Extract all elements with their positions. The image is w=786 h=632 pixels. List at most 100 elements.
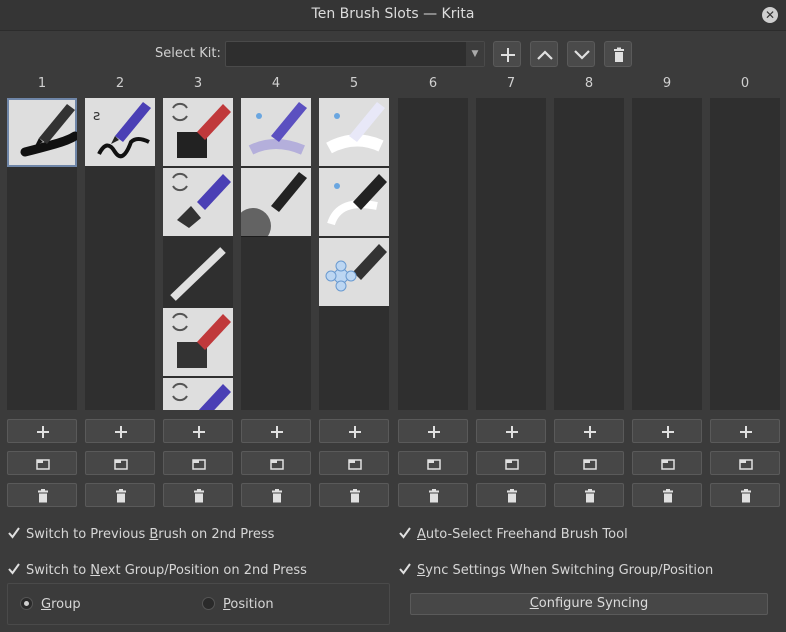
trash-icon: [350, 489, 360, 503]
transform-pen-preset-tile[interactable]: [319, 238, 389, 307]
load-brush-button[interactable]: [85, 451, 155, 475]
load-brush-button[interactable]: [632, 451, 702, 475]
kit-select[interactable]: ▼: [225, 41, 485, 67]
sync-settings-checkbox[interactable]: Sync Settings When Switching Group/Posit…: [399, 563, 713, 578]
radio-off-icon: [202, 597, 215, 610]
load-brush-button[interactable]: [554, 451, 624, 475]
add-brush-button[interactable]: [7, 419, 77, 443]
plus-icon: [428, 426, 440, 438]
add-brush-button[interactable]: [163, 419, 233, 443]
trash-icon: [507, 489, 517, 503]
slot-column[interactable]: [241, 98, 311, 410]
column-number: 9: [662, 76, 672, 91]
smudge-preset-tile[interactable]: [319, 168, 389, 237]
position-radio-label: osition: [230, 597, 274, 612]
delete-brush-button[interactable]: [163, 483, 233, 507]
soft-pencil-preset-tile[interactable]: [241, 168, 311, 237]
slot-column[interactable]: [7, 98, 77, 410]
delete-brush-button[interactable]: [85, 483, 155, 507]
trash-icon: [585, 489, 595, 503]
trash-icon: [429, 489, 439, 503]
load-brush-button[interactable]: [319, 451, 389, 475]
delete-brush-button[interactable]: [710, 483, 780, 507]
delete-brush-button[interactable]: [554, 483, 624, 507]
load-brush-button[interactable]: [241, 451, 311, 475]
folder-icon: [114, 459, 128, 470]
folder-icon: [739, 459, 753, 470]
fountain-pen-preset-tile[interactable]: [163, 168, 233, 237]
group-radio[interactable]: Group: [20, 597, 81, 612]
plus-icon: [193, 426, 205, 438]
slot-column[interactable]: [163, 98, 233, 410]
slot-column[interactable]: [476, 98, 546, 410]
add-brush-button[interactable]: [241, 419, 311, 443]
delete-brush-button[interactable]: [398, 483, 468, 507]
add-brush-button[interactable]: [554, 419, 624, 443]
next-group-label-rest: ext Group/Position on 2nd Press: [100, 563, 307, 578]
column-number: 2: [115, 76, 125, 91]
delete-brush-button[interactable]: [632, 483, 702, 507]
radio-on-icon: [20, 597, 33, 610]
load-brush-button[interactable]: [7, 451, 77, 475]
marker-preset-tile[interactable]: [163, 98, 233, 167]
folder-icon: [348, 459, 362, 470]
fountain-pen-preset-2-tile[interactable]: [163, 378, 233, 410]
delete-brush-button[interactable]: [476, 483, 546, 507]
next-group-checkbox[interactable]: Switch to Next Group/Position on 2nd Pre…: [8, 563, 307, 578]
plus-icon: [506, 426, 518, 438]
column-number: 5: [349, 76, 359, 91]
airbrush-preset-tile[interactable]: [241, 98, 311, 167]
move-kit-up-button[interactable]: [530, 41, 558, 67]
plus-icon: [271, 426, 283, 438]
trash-icon: [663, 489, 673, 503]
slot-column[interactable]: ƨ: [85, 98, 155, 410]
add-brush-button[interactable]: [476, 419, 546, 443]
chevron-down-icon: [574, 50, 590, 60]
slot-column[interactable]: [554, 98, 624, 410]
configure-syncing-mnemonic: C: [529, 596, 539, 611]
load-brush-button[interactable]: [163, 451, 233, 475]
next-group-label: Switch to: [26, 563, 91, 578]
check-icon: [8, 527, 20, 539]
close-icon[interactable]: ✕: [762, 7, 778, 23]
marker-preset-2-tile[interactable]: [163, 308, 233, 377]
slot-column[interactable]: [632, 98, 702, 410]
move-kit-down-button[interactable]: [567, 41, 595, 67]
auto-select-label: uto-Select Freehand Brush Tool: [425, 527, 628, 542]
delete-kit-button[interactable]: [604, 41, 632, 67]
column-number: 4: [271, 76, 281, 91]
position-radio[interactable]: Position: [202, 597, 274, 612]
delete-brush-button[interactable]: [7, 483, 77, 507]
add-brush-button[interactable]: [710, 419, 780, 443]
configure-syncing-button[interactable]: Configure Syncing: [410, 593, 768, 615]
load-brush-button[interactable]: [476, 451, 546, 475]
trash-icon: [741, 489, 751, 503]
add-brush-button[interactable]: [398, 419, 468, 443]
slot-column[interactable]: [319, 98, 389, 410]
column-number: 0: [740, 76, 750, 91]
plus-icon: [740, 426, 752, 438]
auto-select-label-mnemonic: A: [417, 527, 426, 542]
chevron-down-icon: ▼: [466, 42, 484, 66]
delete-brush-button[interactable]: [241, 483, 311, 507]
delete-brush-button[interactable]: [319, 483, 389, 507]
add-brush-button[interactable]: [85, 419, 155, 443]
auto-select-checkbox[interactable]: Auto-Select Freehand Brush Tool: [399, 527, 628, 542]
load-brush-button[interactable]: [710, 451, 780, 475]
select-kit-label: Select Kit:: [155, 46, 221, 61]
ink-pen-preset-tile[interactable]: ƨ: [85, 98, 155, 167]
prev-brush-checkbox[interactable]: Switch to Previous Brush on 2nd Press: [8, 527, 274, 542]
chevron-up-icon: [537, 50, 553, 60]
add-brush-button[interactable]: [319, 419, 389, 443]
flat-stroke-preset-tile[interactable]: [163, 238, 233, 307]
folder-icon: [661, 459, 675, 470]
slot-column[interactable]: [710, 98, 780, 410]
slot-column[interactable]: [398, 98, 468, 410]
add-brush-button[interactable]: [632, 419, 702, 443]
add-kit-button[interactable]: [493, 41, 521, 67]
blender-preset-tile[interactable]: [319, 98, 389, 167]
prev-brush-label-mnemonic: B: [149, 527, 159, 542]
pen-preset-tile[interactable]: [7, 98, 77, 167]
title-bar: Ten Brush Slots — Krita ✕: [0, 0, 786, 31]
load-brush-button[interactable]: [398, 451, 468, 475]
